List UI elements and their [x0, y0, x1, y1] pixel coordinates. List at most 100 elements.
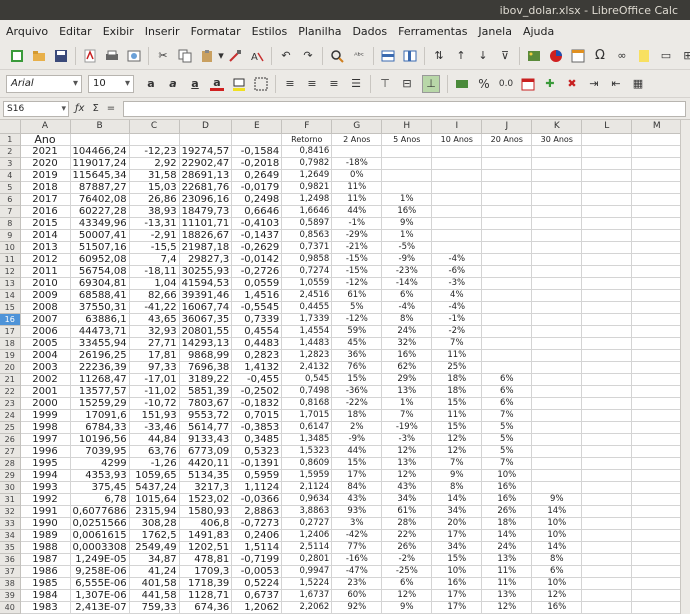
cell[interactable]: -4% [431, 301, 483, 314]
cell[interactable] [581, 205, 633, 218]
cell[interactable] [531, 409, 583, 422]
cell[interactable]: -0,2018 [231, 157, 283, 170]
cell[interactable] [581, 229, 633, 242]
cell[interactable]: -4% [431, 253, 483, 266]
cell[interactable]: 10% [531, 577, 583, 590]
cell[interactable]: 16% [531, 601, 583, 614]
menu-ajuda[interactable]: Ajuda [519, 25, 561, 38]
export-pdf-icon[interactable] [83, 49, 97, 63]
cell[interactable]: 26196,25 [70, 349, 130, 362]
cell[interactable] [381, 145, 433, 158]
row-header[interactable]: 37 [0, 565, 21, 578]
cell[interactable]: 10% [531, 529, 583, 542]
cell[interactable] [531, 289, 583, 302]
cell[interactable] [631, 409, 683, 422]
cell[interactable]: 17% [431, 589, 483, 602]
row-header[interactable]: 24 [0, 409, 21, 422]
row-header[interactable]: 29 [0, 469, 21, 482]
cell[interactable]: 2010 [20, 277, 71, 290]
cell[interactable]: -0,0053 [231, 565, 283, 578]
spreadsheet-grid[interactable]: A B C D E F G H I J K L M 1 Ano Retorno 2 Anos 5 Anos 10 A… [0, 120, 690, 614]
cell[interactable]: 69304,81 [70, 277, 130, 290]
cell[interactable]: 1992 [20, 493, 71, 506]
cell[interactable]: 44,84 [129, 433, 180, 446]
row-header[interactable]: 6 [0, 193, 21, 206]
cell[interactable]: 32% [381, 337, 433, 350]
cell[interactable] [531, 385, 583, 398]
cell[interactable] [581, 157, 633, 170]
cell[interactable] [481, 157, 533, 170]
cell[interactable]: 1,2406 [281, 529, 333, 542]
cell[interactable]: 10196,56 [70, 433, 130, 446]
cell[interactable]: 50007,41 [70, 229, 130, 242]
cell[interactable]: -47% [331, 565, 383, 578]
row-header[interactable]: 39 [0, 589, 21, 602]
cell[interactable]: 5% [481, 433, 533, 446]
cell[interactable] [631, 361, 683, 374]
cell[interactable]: 2008 [20, 301, 71, 314]
cell[interactable] [481, 361, 533, 374]
cell[interactable] [581, 145, 633, 158]
cell[interactable]: 1995 [20, 457, 71, 470]
cell[interactable] [431, 205, 483, 218]
cell[interactable]: 22% [381, 529, 433, 542]
cell[interactable]: 1998 [20, 421, 71, 434]
cell[interactable]: 1990 [20, 517, 71, 530]
row-header[interactable]: 3 [0, 157, 21, 170]
cell[interactable]: -5% [381, 241, 433, 254]
row-header[interactable]: 8 [0, 217, 21, 230]
cell[interactable]: 12% [381, 445, 433, 458]
cell[interactable]: -22% [331, 397, 383, 410]
cell[interactable]: 2007 [20, 313, 71, 326]
cell[interactable]: 1999 [20, 409, 71, 422]
cell[interactable] [631, 553, 683, 566]
cell[interactable]: 60% [331, 589, 383, 602]
cell[interactable]: 0,4483 [231, 337, 283, 350]
cell[interactable]: -12% [331, 313, 383, 326]
cell[interactable] [581, 409, 633, 422]
cell[interactable]: 36067,35 [179, 313, 233, 326]
cell[interactable]: 2009 [20, 289, 71, 302]
cell[interactable]: 7% [481, 457, 533, 470]
cell[interactable]: 115645,34 [70, 169, 130, 182]
cell[interactable]: 1,1124 [231, 481, 283, 494]
cell[interactable] [631, 421, 683, 434]
cell[interactable] [381, 181, 433, 194]
cell[interactable]: -9% [381, 253, 433, 266]
cell[interactable]: 11% [481, 565, 533, 578]
cell[interactable] [531, 457, 583, 470]
cell[interactable]: 1,0559 [281, 277, 333, 290]
row-header[interactable]: 9 [0, 229, 21, 242]
cell[interactable]: 1986 [20, 565, 71, 578]
cell[interactable]: 87887,27 [70, 181, 130, 194]
cell[interactable]: 1983 [20, 601, 71, 614]
row-header[interactable]: 33 [0, 517, 21, 530]
percent-icon[interactable]: % [477, 77, 491, 91]
cell[interactable]: 9553,72 [179, 409, 233, 422]
cell[interactable] [581, 193, 633, 206]
cell[interactable]: 17091,6 [70, 409, 130, 422]
column-header[interactable]: E [231, 120, 283, 134]
cell[interactable] [631, 373, 683, 386]
cell[interactable]: 0,9858 [281, 253, 333, 266]
cell[interactable]: 27,71 [129, 337, 180, 350]
cell[interactable]: -15,5 [129, 241, 180, 254]
cell[interactable]: 7% [431, 337, 483, 350]
cell[interactable] [631, 193, 683, 206]
hyperlink-icon[interactable]: ∞ [615, 49, 629, 63]
cell[interactable]: 6,555E-06 [70, 577, 130, 590]
cell[interactable]: 23% [331, 577, 383, 590]
cell[interactable] [581, 517, 633, 530]
cell[interactable] [581, 385, 633, 398]
cell[interactable]: 7696,38 [179, 361, 233, 374]
cell[interactable]: 16% [381, 205, 433, 218]
cell[interactable]: 4420,11 [179, 457, 233, 470]
cell[interactable]: 2005 [20, 337, 71, 350]
cell[interactable]: 1,7339 [281, 313, 333, 326]
cell[interactable]: 51507,16 [70, 241, 130, 254]
cell[interactable]: 10% [431, 565, 483, 578]
cell[interactable]: 1059,65 [129, 469, 180, 482]
cell[interactable] [481, 349, 533, 362]
cell[interactable]: 63,76 [129, 445, 180, 458]
insert-chart-icon[interactable] [549, 49, 563, 63]
